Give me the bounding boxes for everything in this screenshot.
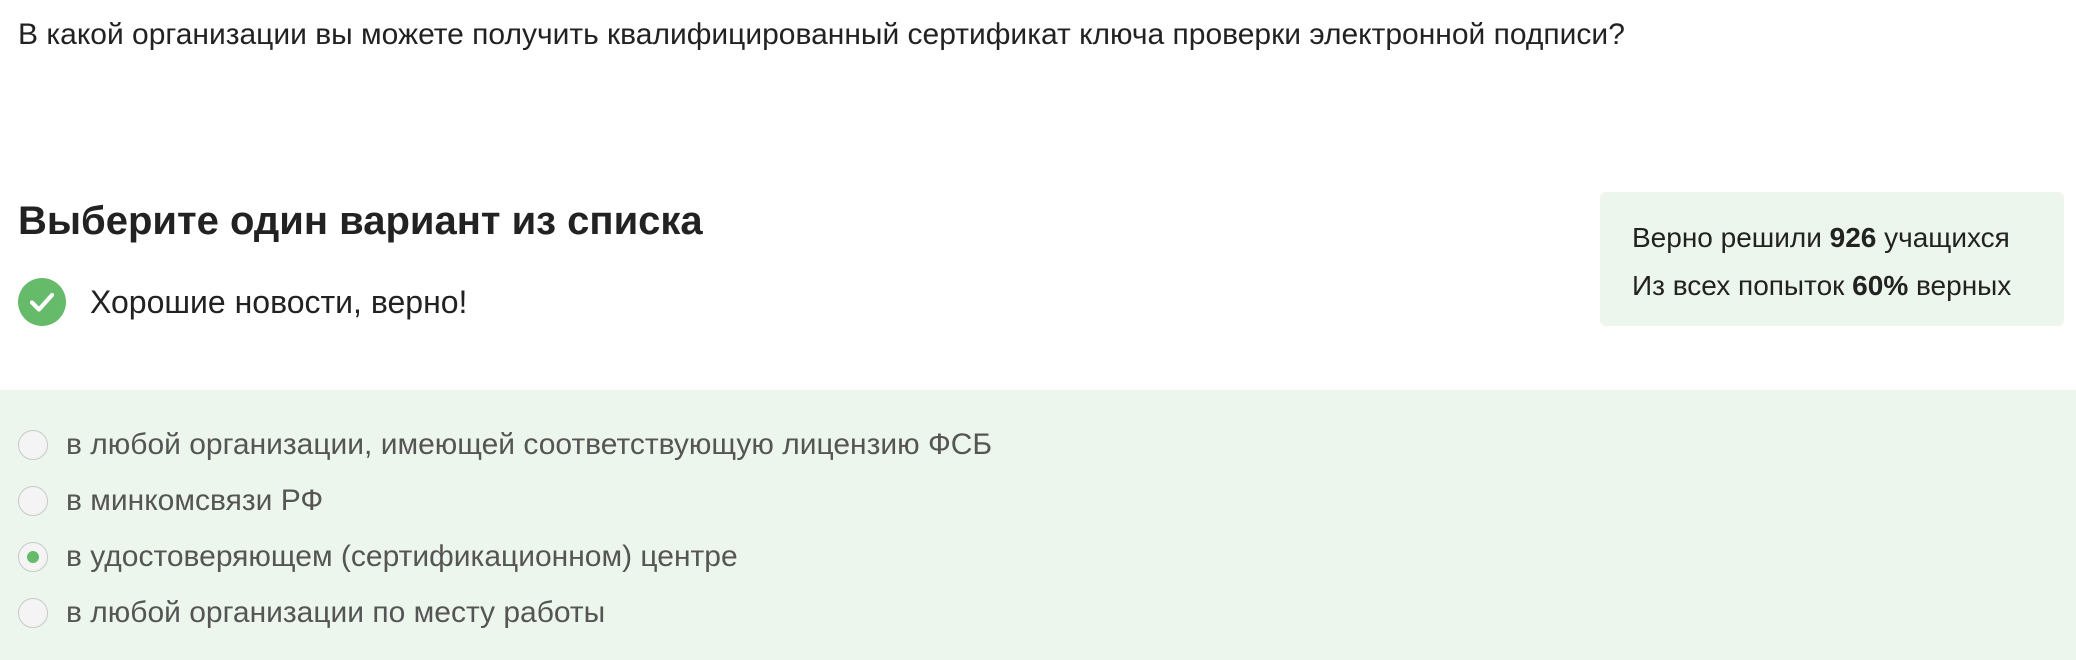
quiz-page: В какой организации вы можете получить к…	[0, 0, 2076, 660]
feedback-message: Хорошие новости, верно!	[18, 278, 467, 326]
feedback-text: Хорошие новости, верно!	[90, 284, 468, 320]
stats-percent-line: Из всех попыток 60% верных	[1632, 262, 2064, 310]
radio-dot-icon	[27, 551, 39, 563]
question-text: В какой организации вы можете получить к…	[18, 18, 1625, 51]
radio-button[interactable]	[18, 430, 48, 460]
option-label: в минкомсвязи РФ	[66, 484, 324, 517]
stats-solved-line: Верно решили 926 учащихся	[1632, 214, 2064, 262]
option-item[interactable]: в минкомсвязи РФ	[18, 481, 323, 521]
option-item[interactable]: в любой организации, имеющей соответству…	[18, 425, 992, 465]
solved-count: 926	[1829, 222, 1877, 253]
stats-panel: Верно решили 926 учащихся Из всех попыто…	[1600, 192, 2064, 326]
radio-button-selected[interactable]	[18, 542, 48, 572]
option-label: в удостоверяющем (сертификационном) цент…	[66, 540, 738, 573]
option-item-selected[interactable]: в удостоверяющем (сертификационном) цент…	[18, 537, 738, 577]
task-title: Выберите один вариант из списка	[18, 199, 703, 243]
options-list: в любой организации, имеющей соответству…	[0, 390, 2076, 660]
check-circle-icon	[18, 278, 66, 326]
correct-percent: 60%	[1852, 270, 1909, 301]
stats-solved-prefix: Верно решили	[1632, 222, 1830, 253]
option-label: в любой организации, имеющей соответству…	[66, 428, 993, 461]
radio-button[interactable]	[18, 598, 48, 628]
stats-percent-prefix: Из всех попыток	[1632, 270, 1853, 301]
option-label: в любой организации по месту работы	[66, 596, 606, 629]
radio-button[interactable]	[18, 486, 48, 516]
stats-percent-suffix: верных	[1908, 270, 2012, 301]
option-item[interactable]: в любой организации по месту работы	[18, 593, 605, 633]
stats-solved-suffix: учащихся	[1876, 222, 2010, 253]
